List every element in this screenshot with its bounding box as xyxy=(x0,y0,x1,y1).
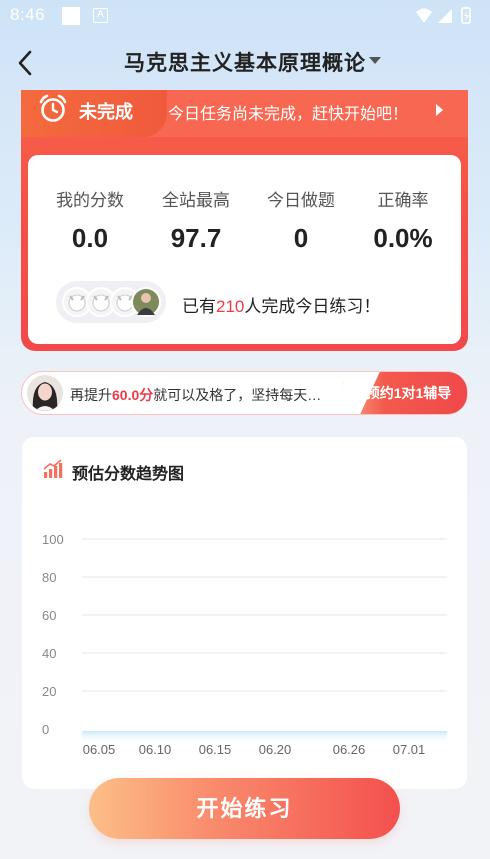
completion-prefix: 已有 xyxy=(182,297,216,316)
caret-down-icon[interactable] xyxy=(369,57,381,64)
stat-value: 0.0% xyxy=(373,223,433,253)
stat-label: 我的分数 xyxy=(56,191,124,210)
x-tick-label: 06.05 xyxy=(83,742,116,757)
x-tick-label: 06.15 xyxy=(199,742,232,757)
signal-icon xyxy=(438,9,452,23)
promo-text[interactable]: 再提升60.0分就可以及格了，坚持每天… xyxy=(70,385,321,405)
completion-count: 210 xyxy=(216,297,245,316)
stat-value: 0.0 xyxy=(71,223,109,253)
status-time: 8:46 xyxy=(10,5,46,24)
stat-value: 97.7 xyxy=(170,223,222,253)
promo-highlight: 60.0分 xyxy=(112,387,154,403)
stat-today-questions: 今日做题 0 xyxy=(246,186,356,254)
stat-label: 正确率 xyxy=(377,191,429,210)
status-right-icons xyxy=(416,7,471,24)
completion-text: 已有210人完成今日练习！ xyxy=(182,292,380,317)
notification-a-icon: A xyxy=(93,8,108,23)
avatar xyxy=(131,287,161,317)
arrow-right-icon[interactable] xyxy=(436,104,443,116)
y-tick-label: 0 xyxy=(42,722,49,737)
completion-suffix: 人完成今日练习！ xyxy=(244,297,381,316)
notification-square-icon xyxy=(62,7,80,25)
alarm-clock-icon xyxy=(39,94,67,122)
bar-chart-icon xyxy=(43,459,63,478)
y-tick-label: 40 xyxy=(42,646,56,661)
y-tick-label: 60 xyxy=(42,608,56,623)
wifi-icon xyxy=(416,8,432,23)
y-tick-label: 100 xyxy=(42,532,64,547)
x-tick-label: 06.26 xyxy=(333,742,366,757)
promo-prefix: 再提升 xyxy=(70,387,112,403)
stat-label: 今日做题 xyxy=(267,191,335,210)
stat-accuracy: 正确率 0.0% xyxy=(348,186,458,254)
x-tick-label: 06.10 xyxy=(139,742,172,757)
stat-site-best: 全站最高 97.7 xyxy=(141,186,251,254)
y-tick-label: 20 xyxy=(42,684,56,699)
task-hint-text[interactable]: 今日任务尚未完成，赶快开始吧！ xyxy=(168,100,408,124)
stat-value: 0 xyxy=(293,223,309,253)
promo-suffix: 就可以及格了，坚持每天… xyxy=(153,387,322,403)
x-tick-label: 06.20 xyxy=(259,742,292,757)
page-title[interactable]: 马克思主义基本原理概论 xyxy=(0,47,490,77)
trend-chart: 0 20 40 60 80 100 06.05 06.10 06.15 06.20 06.26 07.… xyxy=(42,532,448,757)
stat-my-score: 我的分数 0.0 xyxy=(35,186,145,254)
x-tick-label: 07.01 xyxy=(393,742,426,757)
start-practice-button[interactable]: 开始练习 xyxy=(89,778,400,839)
book-tutoring-button[interactable]: 预约1对1辅导 xyxy=(340,372,467,414)
chart-title: 预估分数趋势图 xyxy=(72,466,185,483)
stat-label: 全站最高 xyxy=(162,191,230,210)
series-glow xyxy=(82,731,447,743)
y-tick-label: 80 xyxy=(42,570,56,585)
task-status-label: 未完成 xyxy=(79,102,133,122)
tutor-avatar xyxy=(27,375,63,411)
